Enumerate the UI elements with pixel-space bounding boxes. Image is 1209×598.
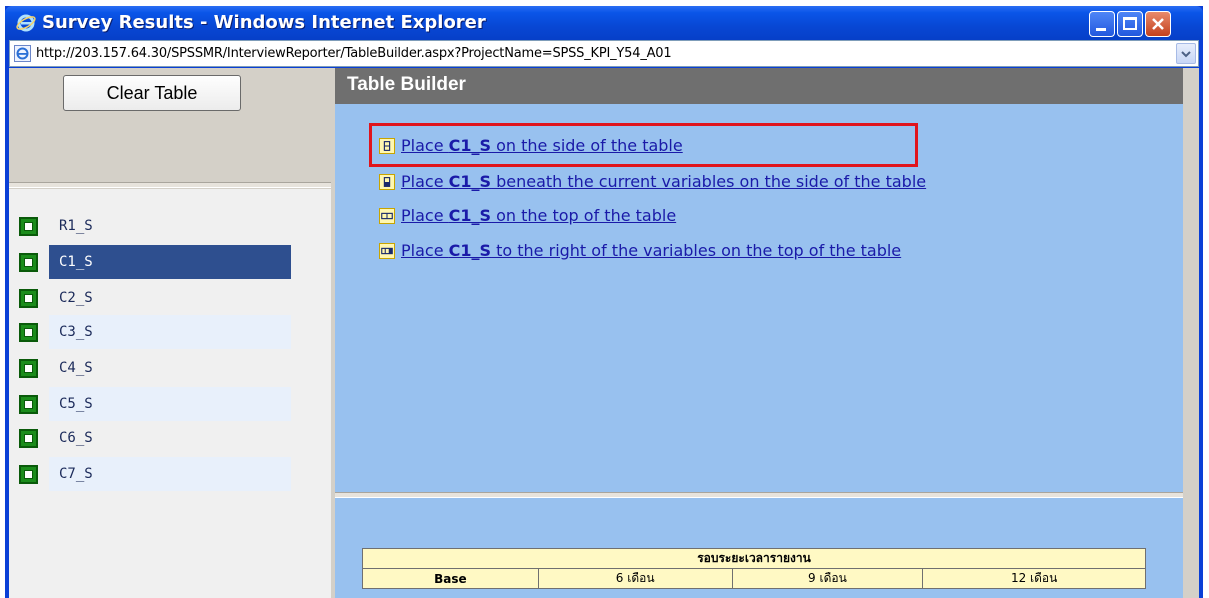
placement-options-panel: Place C1_S on the side of the table Plac… bbox=[335, 104, 1183, 492]
preview-column-6: 6 เดือน bbox=[537, 568, 733, 589]
variable-label: C2_S bbox=[59, 290, 93, 306]
variable-item-c4-s[interactable]: C4_S bbox=[19, 351, 291, 385]
variable-label: R1_S bbox=[59, 218, 93, 234]
side-beneath-icon bbox=[379, 174, 395, 190]
table-preview-panel: รอบระยะเวลารายงาน Base 6 เดือน 9 เดือน 1… bbox=[335, 498, 1183, 598]
variable-item-c5-s[interactable]: C5_S bbox=[19, 387, 291, 421]
sidebar-divider[interactable] bbox=[9, 182, 331, 188]
table-builder-title: Table Builder bbox=[347, 74, 466, 95]
preview-column-base: Base bbox=[362, 568, 539, 589]
variable-label: C7_S bbox=[59, 466, 93, 482]
variable-icon bbox=[19, 465, 38, 484]
variable-item-c1-s[interactable]: C1_S bbox=[19, 245, 291, 279]
variable-item-c2-s[interactable]: C2_S bbox=[19, 281, 291, 315]
title-bar[interactable]: Survey Results - Windows Internet Explor… bbox=[5, 6, 1203, 40]
top-right-icon bbox=[379, 243, 395, 259]
page-content: Clear Table R1_S C1_S C2_S C3_S C4_S C5_… bbox=[9, 68, 1199, 598]
preview-column-9: 9 เดือน bbox=[731, 568, 924, 589]
variable-list: R1_S C1_S C2_S C3_S C4_S C5_S C6_S C7_S bbox=[9, 189, 331, 598]
variable-icon bbox=[19, 253, 38, 272]
variable-item-c3-s[interactable]: C3_S bbox=[19, 315, 291, 349]
preview-column-row: Base 6 เดือน 9 เดือน 12 เดือน bbox=[362, 568, 1146, 589]
variable-label: C5_S bbox=[59, 396, 93, 412]
maximize-button[interactable] bbox=[1117, 11, 1143, 37]
preview-header-cell: รอบระยะเวลารายงาน bbox=[362, 548, 1146, 569]
vertical-scrollbar[interactable] bbox=[1183, 104, 1199, 598]
internet-explorer-icon bbox=[16, 14, 36, 32]
address-url: http://203.157.64.30/SPSSMR/InterviewRep… bbox=[36, 46, 672, 61]
table-builder-panel: Table Builder Place C1_S on the side of … bbox=[335, 68, 1199, 598]
preview-column-12: 12 เดือน bbox=[922, 568, 1146, 589]
option-label[interactable]: Place C1_S beneath the current variables… bbox=[401, 172, 926, 191]
variable-icon bbox=[19, 359, 38, 378]
option-label[interactable]: Place C1_S on the top of the table bbox=[401, 206, 676, 225]
variable-label: C3_S bbox=[59, 324, 93, 340]
browser-window: Survey Results - Windows Internet Explor… bbox=[5, 6, 1203, 598]
variable-icon bbox=[19, 429, 38, 448]
address-dropdown-button[interactable] bbox=[1176, 43, 1196, 64]
close-icon bbox=[1152, 18, 1164, 30]
variable-icon bbox=[19, 217, 38, 236]
minimize-button[interactable] bbox=[1089, 11, 1115, 37]
maximize-icon bbox=[1123, 17, 1137, 30]
variable-icon bbox=[19, 323, 38, 342]
variable-item-c7-s[interactable]: C7_S bbox=[19, 457, 291, 491]
table-builder-header: Table Builder bbox=[335, 68, 1183, 104]
clear-table-button[interactable]: Clear Table bbox=[63, 75, 241, 111]
close-button[interactable] bbox=[1145, 11, 1171, 37]
page-icon bbox=[14, 45, 31, 62]
preview-table: รอบระยะเวลารายงาน Base 6 เดือน 9 เดือน 1… bbox=[362, 548, 1146, 589]
variable-label: C6_S bbox=[59, 430, 93, 446]
highlight-box bbox=[369, 123, 918, 167]
option-label[interactable]: Place C1_S to the right of the variables… bbox=[401, 241, 901, 260]
minimize-icon bbox=[1096, 28, 1106, 31]
variable-item-r1-s[interactable]: R1_S bbox=[19, 209, 291, 243]
variable-item-c6-s[interactable]: C6_S bbox=[19, 421, 291, 455]
top-icon bbox=[379, 208, 395, 224]
window-title: Survey Results - Windows Internet Explor… bbox=[42, 12, 486, 33]
variable-label: C4_S bbox=[59, 360, 93, 376]
variable-icon bbox=[19, 395, 38, 414]
sidebar-toolbar: Clear Table bbox=[9, 68, 331, 182]
address-bar[interactable]: http://203.157.64.30/SPSSMR/InterviewRep… bbox=[9, 40, 1199, 67]
variable-icon bbox=[19, 289, 38, 308]
variable-sidebar: Clear Table R1_S C1_S C2_S C3_S C4_S C5_… bbox=[9, 68, 331, 598]
chevron-down-icon bbox=[1181, 51, 1191, 58]
variable-label: C1_S bbox=[59, 254, 93, 270]
preview-header-row: รอบระยะเวลารายงาน bbox=[362, 548, 1146, 569]
